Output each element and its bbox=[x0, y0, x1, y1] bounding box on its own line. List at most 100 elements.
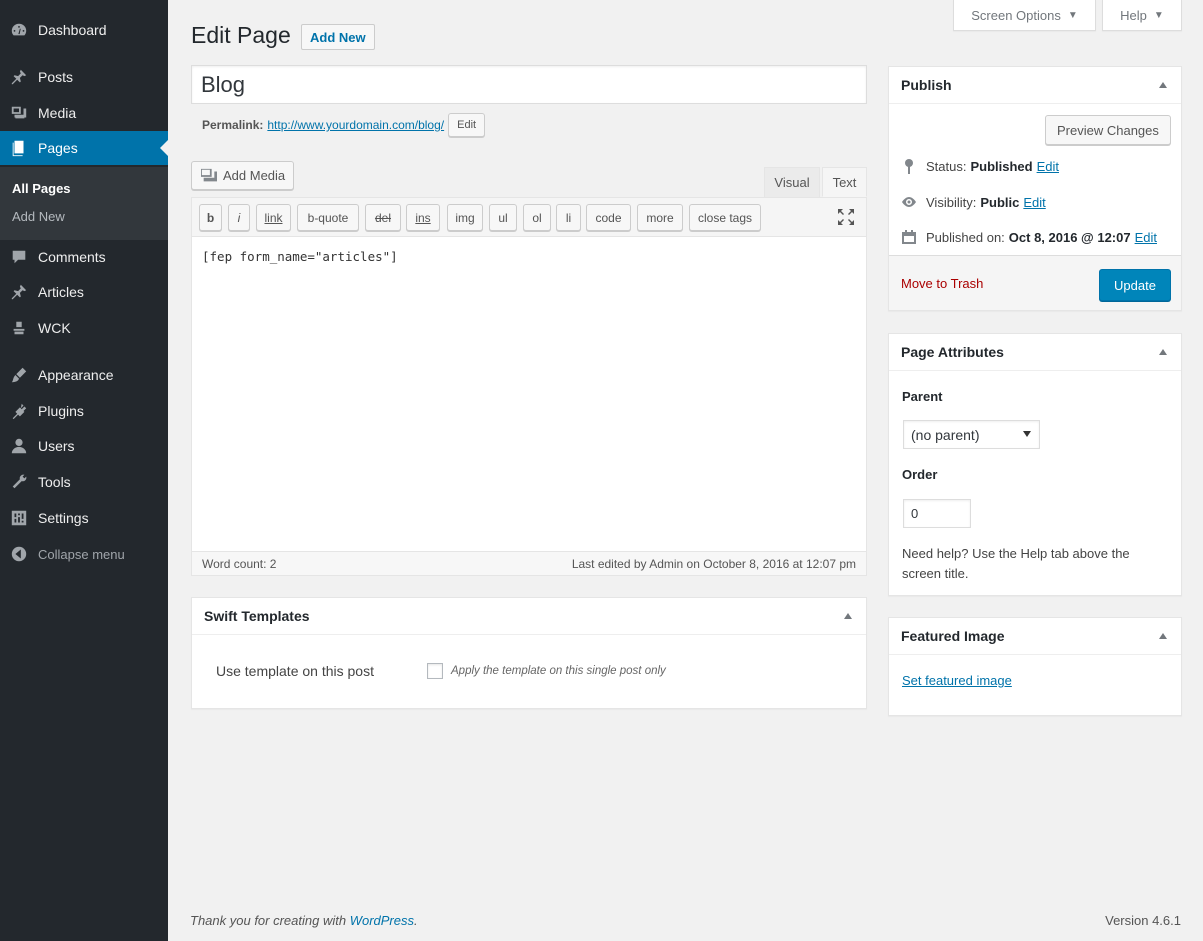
collapse-menu-button[interactable]: Collapse menu bbox=[0, 537, 168, 571]
sidebar-item-label: Comments bbox=[38, 249, 106, 265]
attributes-help-text: Need help? Use the Help tab above the sc… bbox=[902, 546, 1130, 581]
fullscreen-icon[interactable] bbox=[837, 208, 855, 226]
qt-ins-button[interactable]: ins bbox=[406, 204, 440, 231]
sidebar-item-label: Media bbox=[38, 105, 77, 121]
qt-del-button[interactable]: del bbox=[365, 204, 401, 231]
sidebar-item-posts[interactable]: Posts bbox=[0, 60, 168, 94]
qt-close-tags-button[interactable]: close tags bbox=[689, 204, 761, 231]
add-new-button[interactable]: Add New bbox=[301, 24, 375, 50]
wrench-icon bbox=[9, 472, 29, 492]
parent-label: Parent bbox=[902, 389, 943, 404]
qt-code-button[interactable]: code bbox=[586, 204, 631, 231]
page-attributes-header[interactable]: Page Attributes bbox=[889, 334, 1181, 371]
sidebar-item-comments[interactable]: Comments bbox=[0, 240, 168, 274]
published-label: Published on: bbox=[926, 229, 1005, 245]
sidebar-item-users[interactable]: Users bbox=[0, 429, 168, 463]
swift-templates-box: Swift Templates Use template on this pos… bbox=[191, 597, 867, 709]
swift-template-description: Apply the template on this single post o… bbox=[451, 665, 666, 677]
submenu-all-pages[interactable]: All Pages bbox=[12, 181, 71, 196]
qt-bold-button[interactable]: b bbox=[199, 204, 222, 231]
publish-box: Publish Preview Changes Status: Publishe… bbox=[888, 66, 1182, 311]
last-edited: Last edited by Admin on October 8, 2016 … bbox=[571, 556, 856, 571]
sidebar-item-appearance[interactable]: Appearance bbox=[0, 358, 168, 392]
qt-img-button[interactable]: img bbox=[447, 204, 483, 231]
qt-bquote-button[interactable]: b-quote bbox=[297, 204, 359, 231]
sidebar-item-settings[interactable]: Settings bbox=[0, 501, 168, 535]
tab-visual[interactable]: Visual bbox=[764, 167, 820, 197]
visibility-edit-link[interactable]: Edit bbox=[1023, 195, 1045, 210]
pin-icon bbox=[9, 282, 29, 302]
editor-textarea[interactable]: [fep form_name="articles"] bbox=[202, 249, 398, 264]
qt-more-button[interactable]: more bbox=[637, 204, 683, 231]
screen-options-button[interactable]: Screen Options ▼ bbox=[953, 0, 1096, 31]
swift-template-checkbox[interactable] bbox=[427, 663, 443, 679]
collapse-arrow-icon[interactable] bbox=[1159, 349, 1167, 355]
sidebar-item-media[interactable]: Media bbox=[0, 96, 168, 130]
featured-image-header[interactable]: Featured Image bbox=[889, 618, 1181, 655]
status-row: Status: Published Edit bbox=[901, 158, 1059, 174]
pin-icon bbox=[9, 67, 29, 87]
plugin-icon bbox=[9, 401, 29, 421]
collapse-arrow-icon[interactable] bbox=[844, 613, 852, 619]
wordpress-link[interactable]: WordPress bbox=[350, 913, 414, 928]
published-value: Oct 8, 2016 @ 12:07 bbox=[1008, 229, 1131, 245]
sidebar-item-articles[interactable]: Articles bbox=[0, 275, 168, 309]
sidebar-item-label: Settings bbox=[38, 510, 89, 526]
pages-icon bbox=[9, 138, 29, 158]
publish-actions: Move to Trash Update bbox=[889, 255, 1181, 310]
eye-icon bbox=[902, 197, 916, 207]
screen-options-label: Screen Options bbox=[971, 7, 1061, 23]
visibility-label: Visibility: bbox=[926, 194, 977, 210]
sidebar-item-tools[interactable]: Tools bbox=[0, 465, 168, 499]
set-featured-image-link[interactable]: Set featured image bbox=[902, 673, 1012, 688]
media-icon bbox=[9, 103, 29, 123]
parent-select[interactable]: (no parent) bbox=[903, 420, 1040, 449]
qt-ol-button[interactable]: ol bbox=[523, 204, 551, 231]
sidebar-item-label: Posts bbox=[38, 69, 74, 85]
permalink-edit-button[interactable]: Edit bbox=[448, 113, 486, 137]
visibility-row: Visibility: Public Edit bbox=[901, 194, 1046, 210]
sidebar-item-plugins[interactable]: Plugins bbox=[0, 394, 168, 428]
move-to-trash-link[interactable]: Move to Trash bbox=[901, 276, 983, 291]
swift-templates-title: Swift Templates bbox=[204, 608, 310, 624]
sidebar-item-label: Articles bbox=[38, 284, 84, 300]
permalink-link[interactable]: http://www.yourdomain.com/blog/ bbox=[267, 118, 444, 132]
help-button[interactable]: Help ▼ bbox=[1102, 0, 1182, 31]
order-input[interactable]: 0 bbox=[903, 499, 971, 528]
footer-thanks-prefix: Thank you for creating with bbox=[190, 913, 347, 928]
comment-icon bbox=[9, 247, 29, 267]
sidebar-item-label: Pages bbox=[38, 140, 78, 156]
tab-text[interactable]: Text bbox=[822, 167, 867, 197]
sidebar-item-label: Users bbox=[38, 438, 75, 454]
footer-version: Version 4.6.1 bbox=[1105, 913, 1181, 928]
help-label: Help bbox=[1120, 7, 1147, 23]
calendar-icon bbox=[902, 230, 916, 244]
word-count: Word count: 2 bbox=[202, 556, 277, 571]
status-edit-link[interactable]: Edit bbox=[1037, 159, 1059, 174]
sidebar-item-label: Dashboard bbox=[38, 22, 107, 38]
add-media-button[interactable]: Add Media bbox=[191, 161, 295, 190]
qt-italic-button[interactable]: i bbox=[228, 204, 250, 231]
preview-changes-button[interactable]: Preview Changes bbox=[1045, 115, 1171, 145]
sidebar-item-wck[interactable]: WCK bbox=[0, 311, 168, 345]
swift-templates-header[interactable]: Swift Templates bbox=[192, 598, 866, 635]
publish-header[interactable]: Publish bbox=[889, 67, 1181, 104]
qt-li-button[interactable]: li bbox=[556, 204, 581, 231]
publish-title: Publish bbox=[901, 77, 952, 93]
wck-icon bbox=[9, 318, 29, 338]
caret-down-icon: ▼ bbox=[1067, 9, 1078, 21]
qt-link-button[interactable]: link bbox=[256, 204, 291, 231]
published-on-row: Published on: Oct 8, 2016 @ 12:07 Edit bbox=[901, 229, 1157, 245]
parent-select-value: (no parent) bbox=[911, 426, 980, 443]
collapse-arrow-icon[interactable] bbox=[1159, 82, 1167, 88]
featured-image-title: Featured Image bbox=[901, 628, 1005, 644]
sidebar-item-pages[interactable]: Pages bbox=[0, 131, 168, 165]
status-value: Published bbox=[970, 158, 1033, 174]
post-title-input[interactable]: Blog bbox=[191, 65, 867, 104]
published-edit-link[interactable]: Edit bbox=[1135, 230, 1157, 245]
qt-ul-button[interactable]: ul bbox=[489, 204, 517, 231]
collapse-arrow-icon[interactable] bbox=[1159, 633, 1167, 639]
update-button[interactable]: Update bbox=[1099, 269, 1171, 301]
submenu-add-new[interactable]: Add New bbox=[12, 209, 65, 224]
sidebar-item-dashboard[interactable]: Dashboard bbox=[0, 13, 168, 47]
